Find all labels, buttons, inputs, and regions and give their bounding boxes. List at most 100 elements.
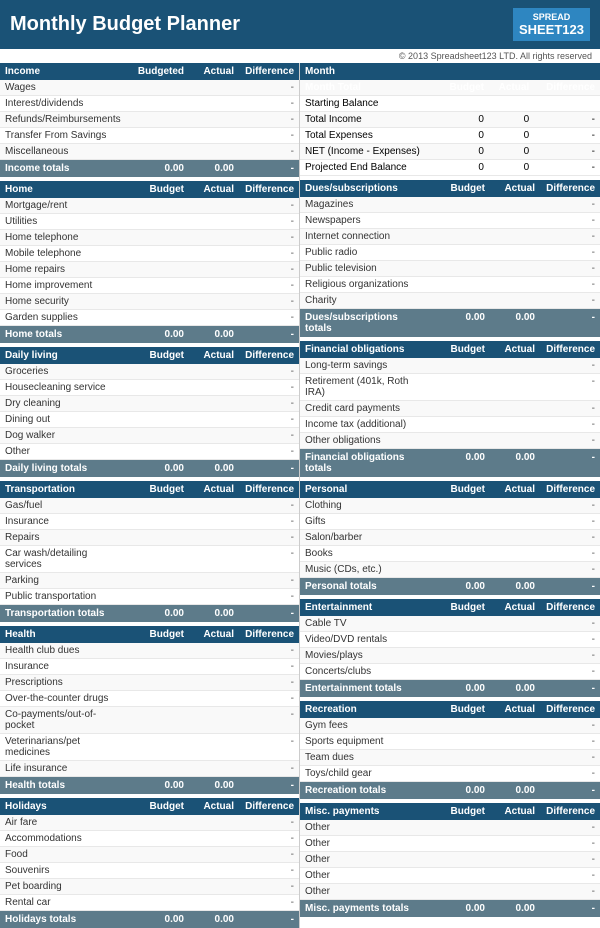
row-budget (425, 215, 485, 226)
row-label: Salon/barber (305, 532, 425, 543)
row-label: Internet connection (305, 231, 425, 242)
row-diff: - (234, 575, 294, 586)
row-label: Home improvement (5, 280, 124, 291)
row-actual (184, 296, 234, 307)
row-budget (124, 312, 184, 323)
table-row: Dry cleaning - (0, 396, 299, 412)
row-diff: - (535, 295, 595, 306)
row-label: Transfer From Savings (5, 130, 124, 141)
row-actual (184, 849, 234, 860)
row-diff: - (535, 500, 595, 511)
row-diff: - (234, 736, 294, 758)
row-actual (485, 435, 535, 446)
row-diff: - (234, 677, 294, 688)
row-actual (184, 232, 234, 243)
financial-header: Financial obligations Budget Actual Diff… (300, 341, 600, 358)
table-row: Miscellaneous - (0, 144, 299, 160)
table-row: Team dues - (300, 750, 600, 766)
misc-header: Misc. payments Budget Actual Difference (300, 803, 600, 820)
month-projected-end: Projected End Balance 0 0 - (300, 160, 600, 176)
financial-totals: Financial obligations totals 0.00 0.00 - (300, 449, 600, 477)
home-header: Home Budget Actual Difference (0, 181, 299, 198)
health-label: Health (5, 629, 124, 640)
row-budget (124, 500, 184, 511)
row-diff: - (234, 548, 294, 570)
row-diff: - (234, 849, 294, 860)
row-label: Wages (5, 82, 124, 93)
row-actual (184, 398, 234, 409)
income-label: Income (5, 66, 124, 77)
row-budget (425, 548, 485, 559)
row-budget (425, 199, 485, 210)
daily-living-label: Daily living (5, 350, 124, 361)
entertainment-section: Entertainment Budget Actual Difference C… (300, 599, 600, 697)
row-budget (124, 817, 184, 828)
row-budget (425, 720, 485, 731)
row-label: Other (305, 870, 425, 881)
row-actual (485, 419, 535, 430)
row-actual (184, 430, 234, 441)
income-total-actual: 0.00 (184, 163, 234, 174)
row-diff: - (234, 232, 294, 243)
row-label: Gifts (305, 516, 425, 527)
row-label: Music (CDs, etc.) (305, 564, 425, 575)
row-actual (485, 295, 535, 306)
row-actual (485, 500, 535, 511)
holidays-rows: Air fare - Accommodations - Food - Souve… (0, 815, 299, 911)
row-budget (425, 360, 485, 371)
main-content: Income Budgeted Actual Difference Wages … (0, 63, 600, 928)
row-budget (124, 661, 184, 672)
row-label: Pet boarding (5, 881, 124, 892)
row-label: Other (305, 838, 425, 849)
row-diff: - (535, 279, 595, 290)
row-diff: - (535, 360, 595, 371)
table-row: Other - (300, 836, 600, 852)
table-row: Cable TV - (300, 616, 600, 632)
row-label: Other (305, 822, 425, 833)
dues-header: Dues/subscriptions Budget Actual Differe… (300, 180, 600, 197)
table-row: Newspapers - (300, 213, 600, 229)
logo-top: SPREAD (519, 12, 584, 22)
row-diff: - (535, 199, 595, 210)
row-diff: - (234, 881, 294, 892)
table-row: Co-payments/out-of-pocket - (0, 707, 299, 734)
row-budget (425, 263, 485, 274)
row-budget (124, 548, 184, 570)
table-row: Books - (300, 546, 600, 562)
row-actual (184, 591, 234, 602)
dues-section: Dues/subscriptions Budget Actual Differe… (300, 180, 600, 337)
row-label: Religious organizations (305, 279, 425, 290)
financial-section: Financial obligations Budget Actual Diff… (300, 341, 600, 477)
row-budget (425, 838, 485, 849)
row-actual (485, 263, 535, 274)
row-label: Groceries (5, 366, 124, 377)
table-row: Salon/barber - (300, 530, 600, 546)
row-label: Income tax (additional) (305, 419, 425, 430)
table-row: Rental car - (0, 895, 299, 911)
table-row: Gas/fuel - (0, 498, 299, 514)
row-actual (485, 886, 535, 897)
row-label: Home repairs (5, 264, 124, 275)
holidays-totals: Holidays totals 0.00 0.00 - (0, 911, 299, 928)
row-diff: - (535, 564, 595, 575)
personal-label: Personal (305, 484, 425, 495)
row-actual (184, 833, 234, 844)
row-actual (485, 516, 535, 527)
table-row: Other obligations - (300, 433, 600, 449)
table-row: Interest/dividends - (0, 96, 299, 112)
row-label: Insurance (5, 661, 124, 672)
table-row: Air fare - (0, 815, 299, 831)
row-diff: - (234, 382, 294, 393)
row-budget (124, 264, 184, 275)
row-actual (184, 216, 234, 227)
row-actual (485, 822, 535, 833)
row-actual (184, 661, 234, 672)
transportation-totals: Transportation totals 0.00 0.00 - (0, 605, 299, 622)
month-starting-balance: Starting Balance (300, 96, 600, 112)
table-row: Utilities - (0, 214, 299, 230)
row-actual (485, 403, 535, 414)
row-actual (485, 247, 535, 258)
income-rows: Wages - Interest/dividends - Refunds/Rei… (0, 80, 299, 160)
row-label: Interest/dividends (5, 98, 124, 109)
row-diff: - (535, 822, 595, 833)
